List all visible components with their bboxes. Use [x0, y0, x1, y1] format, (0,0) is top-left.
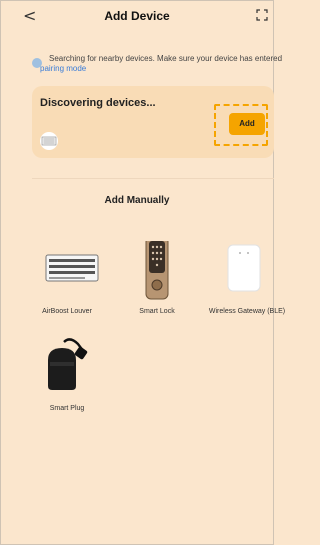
section-divider [32, 178, 274, 179]
device-tile-smart-lock[interactable]: Smart Lock [116, 241, 198, 333]
discovered-device-thumb [40, 132, 58, 150]
search-hint: Searching for nearby devices. Make sure … [49, 54, 282, 64]
discovering-title: Discovering devices... [40, 97, 156, 109]
add-button[interactable]: Add [229, 113, 265, 135]
device-label: AirBoost Louver [42, 308, 92, 315]
device-label: Smart Lock [139, 308, 175, 315]
lock-icon [145, 241, 169, 300]
device-tile-airboost-louver[interactable]: AirBoost Louver [26, 241, 108, 333]
search-hint-line1: Searching for nearby devices. Make sure … [49, 54, 283, 63]
device-tile-smart-plug[interactable]: Smart Plug [26, 338, 108, 430]
device-tile-wireless-gateway[interactable]: Wireless Gateway (BLE) [206, 241, 288, 333]
plug-icon [48, 338, 88, 390]
scan-icon[interactable] [256, 9, 268, 21]
device-label: Wireless Gateway (BLE) [208, 308, 286, 315]
device-label: Smart Plug [49, 405, 85, 412]
top-bar: < Add Device [0, 0, 274, 32]
pairing-mode-link[interactable]: pairing mode [40, 64, 86, 73]
louver-icon [45, 254, 99, 282]
add-manually-title: Add Manually [104, 195, 170, 206]
page-title: Add Device [104, 9, 170, 23]
gateway-icon [227, 244, 261, 292]
